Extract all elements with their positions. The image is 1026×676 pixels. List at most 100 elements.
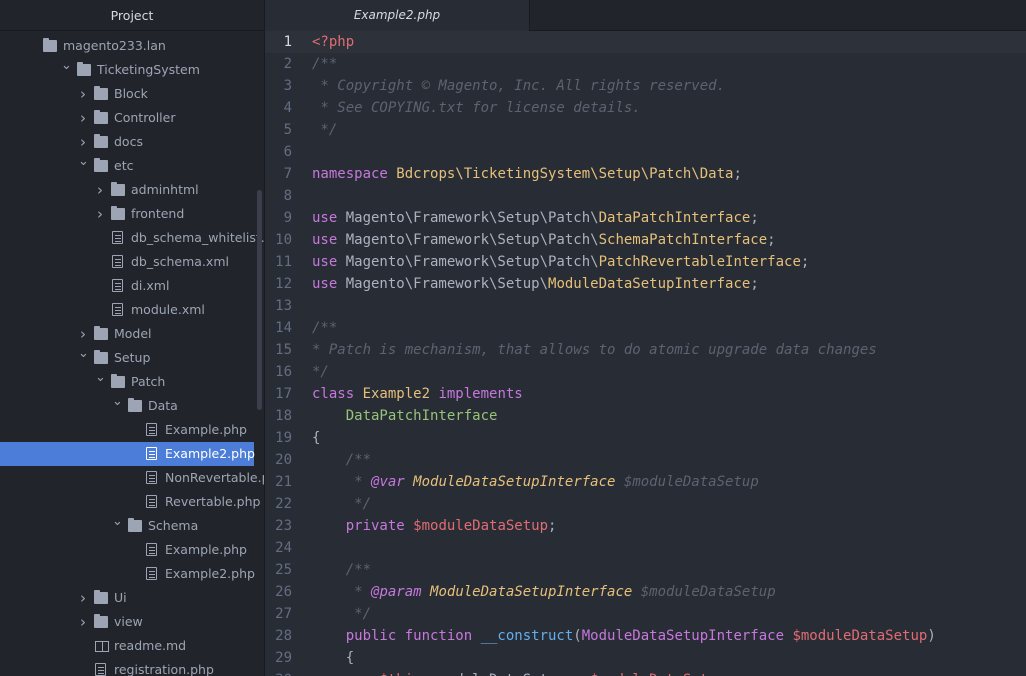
chevron-right-icon[interactable]: › xyxy=(78,82,88,106)
tree-folder-adminhtml[interactable]: › adminhtml xyxy=(0,178,254,202)
code-line[interactable]: 23 private $moduleDataSetup; xyxy=(265,515,1026,537)
code-line[interactable]: 27 */ xyxy=(265,603,1026,625)
tree-folder-setup[interactable]: ⌄ Setup xyxy=(0,346,254,370)
code-token: public function xyxy=(345,628,481,644)
tree-file-readme-md[interactable]: readme.md xyxy=(0,634,254,658)
line-number: 25 xyxy=(275,562,292,578)
code-token: ; xyxy=(725,672,733,676)
code-line[interactable]: 18 DataPatchInterface xyxy=(265,405,1026,427)
tree-item-label: magento233.lan xyxy=(63,38,166,53)
tree-folder-data[interactable]: ⌄ Data xyxy=(0,394,254,418)
file-icon xyxy=(146,471,157,484)
code-line[interactable]: 12 use Magento\Framework\Setup\ModuleData… xyxy=(265,273,1026,295)
tree-file-db-schema-whitelist-json[interactable]: db_schema_whitelist.json xyxy=(0,226,264,250)
chevron-right-icon[interactable]: › xyxy=(78,586,88,610)
tree-file-revertable-php[interactable]: Revertable.php xyxy=(0,490,260,514)
chevron-right-icon[interactable]: › xyxy=(95,178,105,202)
code-line[interactable]: 8 xyxy=(265,185,1026,207)
code-line[interactable]: 5 */ xyxy=(265,119,1026,141)
code-line[interactable]: 25 /** xyxy=(265,559,1026,581)
chevron-down-icon[interactable]: ⌄ xyxy=(78,342,89,366)
code-line[interactable]: 19 { xyxy=(265,427,1026,449)
code-line[interactable]: 11 use Magento\Framework\Setup\Patch\Patc… xyxy=(265,251,1026,273)
tree-folder-etc[interactable]: ⌄ etc xyxy=(0,154,254,178)
code-line[interactable]: 30 $this->moduleDataSetup = $moduleDataS… xyxy=(265,669,1026,676)
code-token: ModuleDataSetupInterface xyxy=(413,474,616,490)
file-icon xyxy=(112,255,123,268)
code-line[interactable]: 20 /** xyxy=(265,449,1026,471)
code-line[interactable]: 14 /** xyxy=(265,317,1026,339)
code-token: /** xyxy=(345,452,372,468)
tree-item-label: Example.php xyxy=(165,422,247,437)
code-line[interactable]: 10 use Magento\Framework\Setup\Patch\Sche… xyxy=(265,229,1026,251)
tree-file-example2-php[interactable]: Example2.php xyxy=(0,442,255,466)
chevron-right-icon[interactable]: › xyxy=(95,202,105,226)
code-line[interactable]: 4 * See COPYING.txt for license details. xyxy=(265,97,1026,119)
tree-scrollbar[interactable] xyxy=(257,190,262,410)
code-line[interactable]: 15 * Patch is mechanism, that allows to d… xyxy=(265,339,1026,361)
tree-file-module-xml[interactable]: module.xml xyxy=(0,298,254,322)
tree-file-registration-php[interactable]: registration.php xyxy=(0,658,254,676)
tree-folder-docs[interactable]: › docs xyxy=(0,130,254,154)
tree-file-db-schema-xml[interactable]: db_schema.xml xyxy=(0,250,254,274)
folder-icon xyxy=(128,518,142,532)
code-line[interactable]: 6 xyxy=(265,141,1026,163)
code-editor[interactable]: 1 <?php 2 /** 3 * Copyright © Magento, Inc. … xyxy=(265,31,1026,676)
code-text: /** xyxy=(312,53,337,75)
tree-file-example2-php[interactable]: Example2.php xyxy=(0,562,255,586)
line-number: 14 xyxy=(275,320,292,336)
code-line[interactable]: 16 */ xyxy=(265,361,1026,383)
tree-folder-frontend[interactable]: › frontend xyxy=(0,202,254,226)
code-line[interactable]: 28 public function __construct(ModuleDat… xyxy=(265,625,1026,647)
chevron-down-icon[interactable]: ⌄ xyxy=(112,510,123,534)
tree-file-nonrevertable-php[interactable]: NonRevertable.php xyxy=(0,466,264,490)
code-line[interactable]: 29 { xyxy=(265,647,1026,669)
tree-folder-magento233-lan[interactable]: magento233.lan xyxy=(0,34,254,58)
code-line[interactable]: 7 namespace Bdcrops\TicketingSystem\Setup… xyxy=(265,163,1026,185)
code-line[interactable]: 24 xyxy=(265,537,1026,559)
code-token: SchemaPatchInterface xyxy=(598,232,768,248)
tree-folder-model[interactable]: › Model xyxy=(0,322,254,346)
tree-folder-block[interactable]: › Block xyxy=(0,82,254,106)
code-token: use xyxy=(312,276,346,292)
tree-folder-controller[interactable]: › Controller xyxy=(0,106,254,130)
line-number: 10 xyxy=(275,232,292,248)
code-line[interactable]: 2 /** xyxy=(265,53,1026,75)
code-line[interactable]: 1 <?php xyxy=(265,31,1026,53)
chevron-down-icon[interactable]: ⌄ xyxy=(61,54,72,78)
code-text: * Copyright © Magento, Inc. All rights r… xyxy=(312,75,725,97)
code-line[interactable]: 26 * @param ModuleDataSetupInterface $mo… xyxy=(265,581,1026,603)
code-token: use xyxy=(312,254,346,270)
code-text: private $moduleDataSetup; xyxy=(312,515,557,537)
chevron-right-icon[interactable]: › xyxy=(78,610,88,634)
code-line[interactable]: 22 */ xyxy=(265,493,1026,515)
tree-folder-view[interactable]: › view xyxy=(0,610,254,634)
folder-icon xyxy=(94,158,108,172)
tree-item-label: db_schema.xml xyxy=(131,254,229,269)
chevron-down-icon[interactable]: ⌄ xyxy=(95,366,106,390)
code-line[interactable]: 3 * Copyright © Magento, Inc. All rights… xyxy=(265,75,1026,97)
chevron-down-icon[interactable]: ⌄ xyxy=(112,390,123,414)
tree-file-example-php[interactable]: Example.php xyxy=(0,538,254,562)
tab-example2-php[interactable]: Example2.php xyxy=(265,0,530,31)
code-line[interactable]: 9 use Magento\Framework\Setup\Patch\DataP… xyxy=(265,207,1026,229)
tree-folder-ticketingsystem[interactable]: ⌄ TicketingSystem xyxy=(0,58,254,82)
tree-file-di-xml[interactable]: di.xml xyxy=(0,274,254,298)
line-number: 4 xyxy=(283,100,292,116)
code-line[interactable]: 13 xyxy=(265,295,1026,317)
code-line[interactable]: 21 * @var ModuleDataSetupInterface $modu… xyxy=(265,471,1026,493)
code-token: /** xyxy=(312,56,338,72)
chevron-right-icon[interactable]: › xyxy=(78,106,88,130)
tree-file-example-php[interactable]: Example.php xyxy=(0,418,254,442)
code-token: ; xyxy=(548,518,557,534)
code-line[interactable]: 17 class Example2 implements xyxy=(265,383,1026,405)
chevron-down-icon[interactable]: ⌄ xyxy=(78,150,89,174)
code-token: Magento\Framework\Setup\Patch\ xyxy=(345,210,599,226)
code-text: { xyxy=(312,427,320,449)
tree-folder-patch[interactable]: ⌄ Patch xyxy=(0,370,254,394)
tree-folder-schema[interactable]: ⌄ Schema xyxy=(0,514,254,538)
tree-folder-ui[interactable]: › Ui xyxy=(0,586,254,610)
